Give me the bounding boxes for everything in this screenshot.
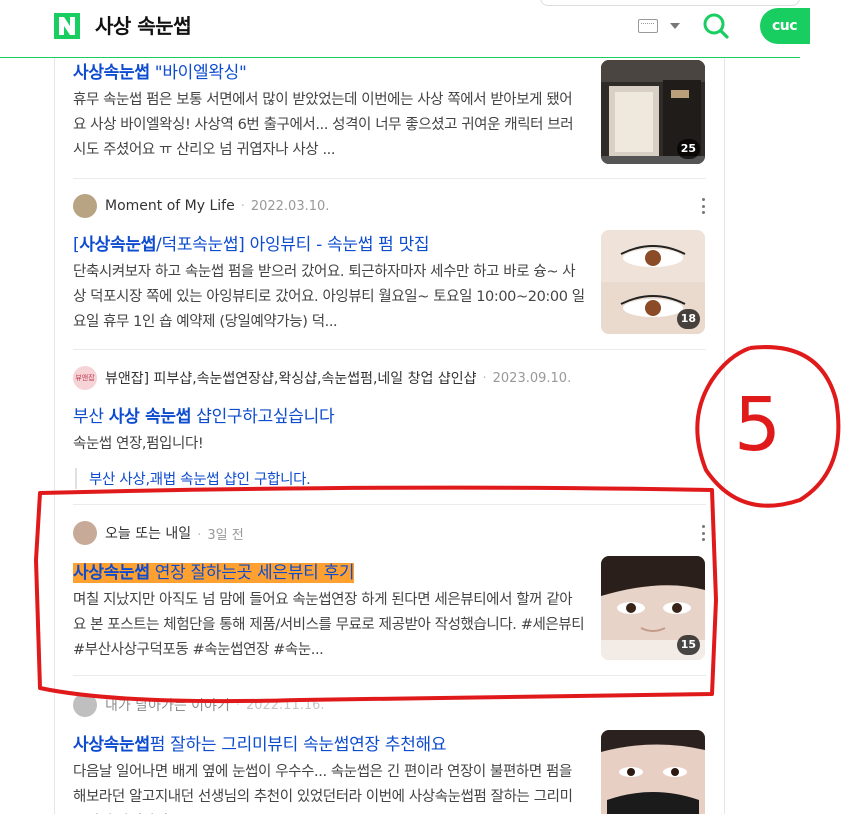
naver-logo-icon[interactable] [54,13,80,39]
post-title[interactable]: 사상속눈썹 연장 잘하는곳 세은뷰티 후기 [73,558,355,583]
post-thumbnail[interactable]: 25 [601,60,705,164]
annotation-number: 5 [734,382,782,468]
post-description: 속눈썹 연장,펌입니다! [73,436,204,452]
post-author[interactable]: Moment of My Life 2022.03.10. [73,193,329,219]
author-name[interactable]: 뷰앤잡] 피부샵,속눈썹연장샵,왁싱샵,속눈썹펌,네일 창업 샵인샵 [105,368,477,388]
photo-count-badge: 18 [676,309,700,329]
keyboard-icon[interactable] [638,19,658,33]
divider [73,675,706,676]
divider [73,504,706,505]
photo-count-badge: 25 [676,139,700,159]
post-description: 며칠 지났지만 아직도 넘 맘에 들어요 속눈썹연장 하게 된다면 세은뷰티에서… [73,592,585,658]
post-description: 휴무 속눈썹 펌은 보통 서면에서 많이 받았었는데 이번에는 사상 쪽에서 받… [73,92,574,158]
post-author[interactable]: 오늘 또는 내일 3일 전 [73,520,244,546]
avatar [73,194,97,218]
search-icon[interactable] [702,12,730,40]
post-thumbnail[interactable]: 18 [601,230,705,334]
post-date: 2022.03.10. [241,199,330,214]
author-name[interactable]: 오늘 또는 내일 [105,523,191,543]
more-options-icon[interactable] [702,525,706,541]
search-query[interactable]: 사상 속눈썹 [95,10,191,39]
post-title[interactable]: 부산 사상 속눈썹 샵인구하고싶습니다 [73,402,335,427]
post-author[interactable]: 내가 날아가는 이야기 2022.11.16. [73,692,325,718]
post-date: 2023.09.10. [483,371,572,386]
post-date: 3일 전 [197,524,243,543]
search-header: 사상 속눈썹 cuc [0,0,810,58]
author-name[interactable]: 내가 날아가는 이야기 [105,695,230,715]
post-thumbnail[interactable]: 15 [601,556,705,660]
post-thumbnail[interactable] [601,730,705,814]
face-mask-photo [601,730,705,814]
divider [73,178,706,179]
photo-count-badge: 15 [676,635,700,655]
avatar: 뷰앤잡 [73,366,97,390]
avatar [73,693,97,717]
post-date: 2022.11.16. [236,698,325,713]
login-button[interactable]: cuc [760,8,810,44]
post-description: 단축시켜보자 하고 속눈썹 펌을 받으러 갔어요. 퇴근하자마자 세수만 하고 … [73,264,585,330]
post-title[interactable]: 사상속눈썹펌 잘하는 그리미뷰티 속눈썹연장 추천해요 [73,730,447,755]
chevron-down-icon[interactable] [670,23,680,29]
divider [73,349,706,350]
post-title[interactable]: 사상속눈썹 "바이엘왁싱" [73,58,247,83]
post-author[interactable]: 뷰앤잡 뷰앤잡] 피부샵,속눈썹연장샵,왁싱샵,속눈썹펌,네일 창업 샵인샵 2… [73,365,571,391]
author-name[interactable]: Moment of My Life [105,198,235,214]
blog-results-list: 사상속눈썹 "바이엘왁싱" 휴무 속눈썹 펌은 보통 서면에서 많이 받았었는데… [54,58,725,814]
post-quote[interactable]: 부산 사상,괘법 속눈썹 샵인 구합니다. [75,468,311,489]
avatar [73,521,97,545]
more-options-icon[interactable] [702,198,706,214]
dropdown-edge [540,0,800,6]
post-title[interactable]: [사상속눈썹/덕포속눈썹] 아잉뷰티 - 속눈썹 펌 맛집 [73,230,430,255]
post-description: 다음날 일어나면 배게 옆에 눈썹이 우수수... 속눈썹은 긴 편이라 연장이… [73,764,573,805]
